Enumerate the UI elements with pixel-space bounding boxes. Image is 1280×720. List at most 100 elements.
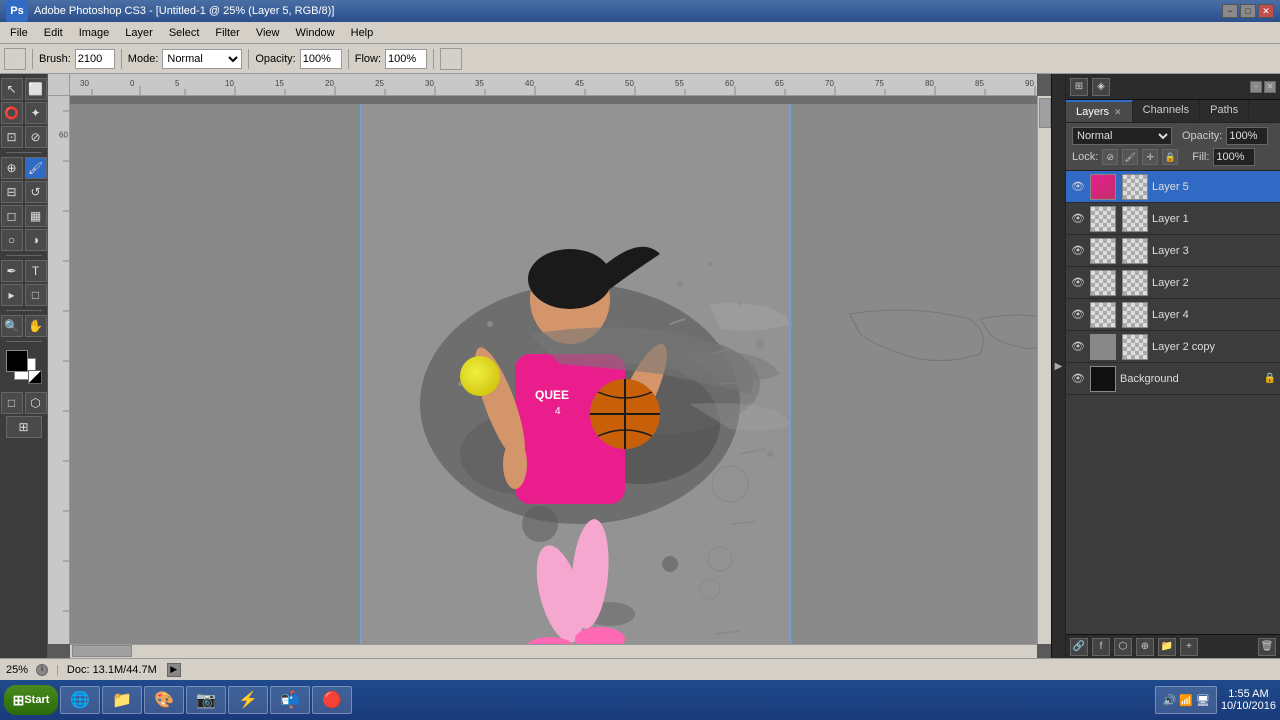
fg-color-box[interactable] [6, 350, 28, 372]
add-mask-btn[interactable]: ⬡ [1114, 638, 1132, 656]
panel-close[interactable]: ✕ [1264, 81, 1276, 93]
lock-position-btn[interactable]: ✛ [1142, 149, 1158, 165]
taskbar-explorer[interactable]: 📁 [102, 686, 142, 714]
layer-item-layer4[interactable]: 👁 Layer 4 [1066, 299, 1280, 331]
taskbar-ps[interactable]: 🎨 [144, 686, 184, 714]
color-picker[interactable] [6, 350, 42, 386]
status-info-icon[interactable]: i [36, 664, 48, 676]
panel-minimize[interactable]: − [1250, 81, 1262, 93]
move-tool[interactable]: ↖ [1, 78, 23, 100]
lock-transparent-btn[interactable]: ⊘ [1102, 149, 1118, 165]
layer-item-layer2[interactable]: 👁 Layer 2 [1066, 267, 1280, 299]
healing-tool[interactable]: ⊕ [1, 157, 23, 179]
close-button[interactable]: ✕ [1258, 4, 1274, 18]
layer5-visibility-toggle[interactable]: 👁 [1070, 179, 1086, 195]
swap-colors-icon[interactable] [28, 370, 42, 384]
background-visibility-toggle[interactable]: 👁 [1070, 371, 1086, 387]
taskbar-systray[interactable]: 🔊 📶 🖥 [1155, 686, 1216, 714]
new-group-btn[interactable]: 📁 [1158, 638, 1176, 656]
opacity-panel-input[interactable] [1226, 127, 1268, 145]
new-layer-btn[interactable]: + [1180, 638, 1198, 656]
eraser-tool[interactable]: ◻ [1, 205, 23, 227]
layer4-visibility-toggle[interactable]: 👁 [1070, 307, 1086, 323]
menu-layer[interactable]: Layer [117, 25, 161, 41]
menu-file[interactable]: File [2, 25, 36, 41]
layer-item-layer2copy[interactable]: 👁 Layer 2 copy [1066, 331, 1280, 363]
magic-wand-tool[interactable]: ✦ [25, 102, 47, 124]
clone-tool[interactable]: ⊟ [1, 181, 23, 203]
blend-mode-select[interactable]: Normal [162, 49, 242, 69]
layer-item-layer5[interactable]: 👁 Layer 5 [1066, 171, 1280, 203]
taskbar-app2[interactable]: ⚡ [228, 686, 268, 714]
layer3-visibility-toggle[interactable]: 👁 [1070, 243, 1086, 259]
layer-item-layer1[interactable]: 👁 Layer 1 [1066, 203, 1280, 235]
menu-filter[interactable]: Filter [207, 25, 247, 41]
menu-view[interactable]: View [248, 25, 288, 41]
layer-item-layer3[interactable]: 👁 Layer 3 [1066, 235, 1280, 267]
gradient-tool[interactable]: ▦ [25, 205, 47, 227]
new-adjustment-btn[interactable]: ⊕ [1136, 638, 1154, 656]
taskbar-app3[interactable]: 📬 [270, 686, 310, 714]
collapse-panel-button[interactable]: ▶ [1051, 74, 1065, 658]
flow-input[interactable] [385, 49, 427, 69]
screen-mode[interactable]: ⊞ [6, 416, 42, 438]
menu-window[interactable]: Window [288, 25, 343, 41]
blur-tool[interactable]: ○ [1, 229, 23, 251]
status-arrow-btn[interactable]: ▶ [167, 663, 181, 677]
lock-pixels-btn[interactable]: 🖌 [1122, 149, 1138, 165]
path-select-tool[interactable]: ▸ [1, 284, 23, 306]
brush-tool[interactable]: 🖌 [25, 157, 47, 179]
crop-tool[interactable]: ⊡ [1, 126, 23, 148]
ruler-top: 30 0 5 10 15 20 25 30 35 40 45 50 55 60 … [70, 74, 1037, 96]
brush-size-input[interactable] [75, 49, 115, 69]
link-layers-btn[interactable]: 🔗 [1070, 638, 1088, 656]
layer1-visibility-toggle[interactable]: 👁 [1070, 211, 1086, 227]
vertical-scrollbar[interactable] [1037, 96, 1051, 644]
text-tool[interactable]: T [25, 260, 47, 282]
quickmask-mode[interactable]: ⬡ [25, 392, 47, 414]
layer2-visibility-toggle[interactable]: 👁 [1070, 275, 1086, 291]
taskbar-app4[interactable]: 🔴 [312, 686, 352, 714]
brush-tool-icon[interactable]: 🖌 [4, 48, 26, 70]
zoom-tool[interactable]: 🔍 [1, 315, 23, 337]
airbrush-toggle[interactable]: ⊕ [440, 48, 462, 70]
normal-mode[interactable]: □ [1, 392, 23, 414]
tab-paths[interactable]: Paths [1200, 100, 1249, 122]
add-style-btn[interactable]: f [1092, 638, 1110, 656]
main-canvas[interactable]: QUEE 4 [360, 104, 790, 644]
start-button[interactable]: ⊞ Start [4, 685, 58, 715]
horizontal-scrollbar[interactable] [70, 644, 1037, 658]
menu-edit[interactable]: Edit [36, 25, 71, 41]
tab-channels[interactable]: Channels [1133, 100, 1200, 122]
vscroll-thumb[interactable] [1039, 98, 1051, 128]
delete-layer-btn[interactable]: 🗑 [1258, 638, 1276, 656]
taskbar-app1[interactable]: 📷 [186, 686, 226, 714]
hand-tool[interactable]: ✋ [25, 315, 47, 337]
shape-tool[interactable]: □ [25, 284, 47, 306]
menu-select[interactable]: Select [161, 25, 208, 41]
lasso-tool[interactable]: ⭕ [1, 102, 23, 124]
pen-tool[interactable]: ✒ [1, 260, 23, 282]
lock-all-btn[interactable]: 🔒 [1162, 149, 1178, 165]
slice-tool[interactable]: ⊘ [25, 126, 47, 148]
history-brush[interactable]: ↺ [25, 181, 47, 203]
layer2copy-visibility-toggle[interactable]: 👁 [1070, 339, 1086, 355]
opacity-input[interactable] [300, 49, 342, 69]
window-controls[interactable]: − □ ✕ [1222, 4, 1274, 18]
tab-layers[interactable]: Layers ✕ [1066, 100, 1133, 122]
dodge-tool[interactable]: ◑ [25, 229, 47, 251]
tab-layers-close[interactable]: ✕ [1114, 107, 1122, 117]
panel-icon-2[interactable]: ◈ [1092, 78, 1110, 96]
layer-blend-mode-select[interactable]: Normal [1072, 127, 1172, 145]
taskbar-ie[interactable]: 🌐 [60, 686, 100, 714]
minimize-button[interactable]: − [1222, 4, 1238, 18]
panel-icon-1[interactable]: ⊞ [1070, 78, 1088, 96]
maximize-button[interactable]: □ [1240, 4, 1256, 18]
marquee-tool[interactable]: ⬜ [25, 78, 47, 100]
hscroll-thumb[interactable] [72, 645, 132, 657]
layer-item-background[interactable]: 👁 Background 🔒 [1066, 363, 1280, 395]
fill-panel-input[interactable] [1213, 148, 1255, 166]
menu-image[interactable]: Image [71, 25, 118, 41]
menu-help[interactable]: Help [343, 25, 382, 41]
layer2-thumb [1090, 270, 1116, 296]
